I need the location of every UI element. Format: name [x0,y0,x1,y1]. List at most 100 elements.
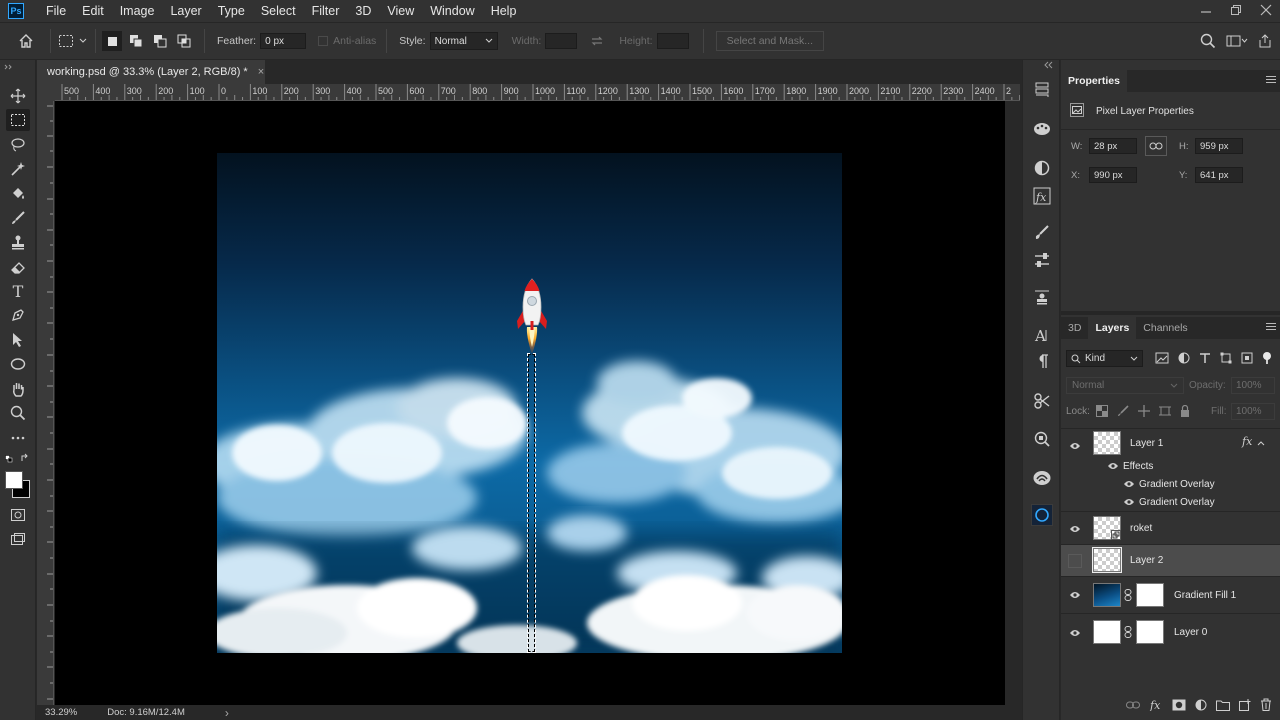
menu-layer[interactable]: Layer [162,4,209,18]
y-field[interactable]: 641 px [1195,167,1243,183]
layer-mask-thumbnail[interactable] [1136,583,1164,607]
brushes-icon[interactable] [1032,223,1052,243]
height-input[interactable] [656,33,689,49]
path-selection-tool-icon[interactable] [6,329,30,351]
history-icon[interactable] [1032,80,1052,100]
menu-3d[interactable]: 3D [347,4,379,18]
ellipse-tool-icon[interactable] [6,353,30,375]
document-tab[interactable]: working.psd @ 33.3% (Layer 2, RGB/8) * × [37,60,265,84]
clone-stamp-tool-icon[interactable] [6,231,30,253]
styles-icon[interactable]: fx [1032,186,1052,206]
document-canvas[interactable] [217,153,842,653]
menu-select[interactable]: Select [253,4,304,18]
feather-input[interactable]: 0 px [260,33,307,49]
lock-transparent-icon[interactable] [1096,405,1108,420]
more-tools-icon[interactable] [6,427,30,449]
swap-dimensions-icon[interactable] [587,31,607,51]
tab-3d[interactable]: 3D [1061,317,1088,339]
width-field[interactable]: 28 px [1089,138,1137,154]
rectangular-marquee-tool-icon[interactable] [6,109,30,131]
filter-type-icon[interactable] [1199,352,1211,367]
restore-icon[interactable] [1230,4,1242,19]
eraser-tool-icon[interactable] [6,256,30,278]
layer-row-layer-0[interactable]: Layer 0 [1061,614,1280,650]
lock-artboard-icon[interactable] [1159,405,1171,420]
menu-help[interactable]: Help [483,4,525,18]
panel-menu-icon[interactable] [1266,323,1276,332]
effect-eye-icon[interactable] [1123,498,1135,509]
height-field[interactable]: 959 px [1195,138,1243,154]
color-palette-icon[interactable] [1032,118,1052,138]
delete-layer-icon[interactable] [1260,698,1272,714]
hand-tool-icon[interactable] [6,378,30,400]
menu-view[interactable]: View [379,4,422,18]
type-tool-icon[interactable]: T [6,280,30,302]
add-mask-icon[interactable] [1172,699,1186,714]
brush-tool-icon[interactable] [6,207,30,229]
filter-pixel-icon[interactable] [1155,352,1169,367]
default-colors-icon[interactable] [5,454,13,466]
lock-all-icon[interactable] [1180,404,1190,420]
workspace-icon[interactable] [1226,34,1248,51]
style-select[interactable]: Normal [429,32,498,50]
move-tool-icon[interactable] [6,85,30,107]
panel-menu-icon[interactable] [1266,76,1276,85]
layer-row-gradient-fill-1[interactable]: Gradient Fill 1 [1061,577,1280,613]
filter-adjustment-icon[interactable] [1178,352,1190,367]
x-field[interactable]: 990 px [1089,167,1137,183]
effect-eye-icon[interactable] [1123,480,1135,491]
intersect-selection-icon[interactable] [174,31,194,51]
effects-eye-icon[interactable] [1107,462,1119,473]
filter-shape-icon[interactable] [1220,352,1232,367]
close-tab-icon[interactable]: × [258,66,264,78]
mask-link-icon[interactable] [1124,589,1132,604]
chevron-down-icon[interactable] [77,31,89,51]
visibility-eye-icon[interactable] [1068,626,1082,640]
tool-presets-icon[interactable] [1032,391,1052,411]
adjustments-icon[interactable] [1032,250,1052,270]
new-layer-icon[interactable] [1239,698,1251,714]
visibility-eye-icon[interactable] [1068,588,1082,602]
tab-channels[interactable]: Channels [1136,317,1194,339]
add-layer-style-icon[interactable]: fx [1149,699,1163,714]
status-menu-arrow[interactable]: › [225,706,229,720]
pen-tool-icon[interactable] [6,304,30,326]
layer-row-layer-2[interactable]: Layer 2 [1061,545,1280,576]
pasteboard[interactable] [55,101,1005,705]
clone-source-icon[interactable] [1032,287,1052,307]
filter-smart-object-icon[interactable] [1241,352,1253,367]
antialias-checkbox[interactable] [318,36,329,46]
tab-properties[interactable]: Properties [1061,70,1127,92]
home-icon[interactable] [16,31,36,51]
vertical-ruler[interactable] [37,101,54,705]
new-group-icon[interactable] [1216,699,1230,714]
horizontal-ruler[interactable]: 500 400 300 200 100 0 100 200 300 400 500 600 700 800… [55,84,1020,101]
close-icon[interactable] [1260,4,1272,19]
lock-image-icon[interactable] [1117,405,1129,420]
zoom-tool-icon[interactable] [6,402,30,424]
link-layers-icon[interactable] [1126,700,1140,712]
menu-image[interactable]: Image [112,4,163,18]
lasso-tool-icon[interactable] [6,134,30,156]
fx-badge[interactable]: fx [1242,435,1252,448]
fill-field[interactable]: 100% [1231,403,1275,420]
menu-file[interactable]: File [38,4,74,18]
effect-row-gradient-overlay[interactable]: Gradient Overlay [1061,494,1280,512]
menu-window[interactable]: Window [422,4,482,18]
zoom-level[interactable]: 33.29% [45,707,77,718]
navigator-icon[interactable] [1032,429,1052,449]
screen-mode-icon[interactable] [6,528,30,550]
paint-bucket-tool-icon[interactable] [6,182,30,204]
layer-mask-thumbnail[interactable] [1136,620,1164,644]
filter-toggle-icon[interactable] [1262,352,1272,367]
character-icon[interactable]: A [1032,325,1052,345]
visibility-eye-icon[interactable] [1068,522,1082,536]
ruler-origin[interactable] [37,84,55,101]
chevron-up-icon[interactable] [1257,438,1265,449]
link-dimensions-icon[interactable] [1145,136,1167,156]
visibility-toggle-off[interactable] [1068,554,1082,568]
select-and-mask-button[interactable]: Select and Mask... [715,31,824,51]
quick-mask-icon[interactable] [6,504,30,526]
magic-wand-tool-icon[interactable] [6,158,30,180]
visibility-eye-icon[interactable] [1068,439,1082,453]
